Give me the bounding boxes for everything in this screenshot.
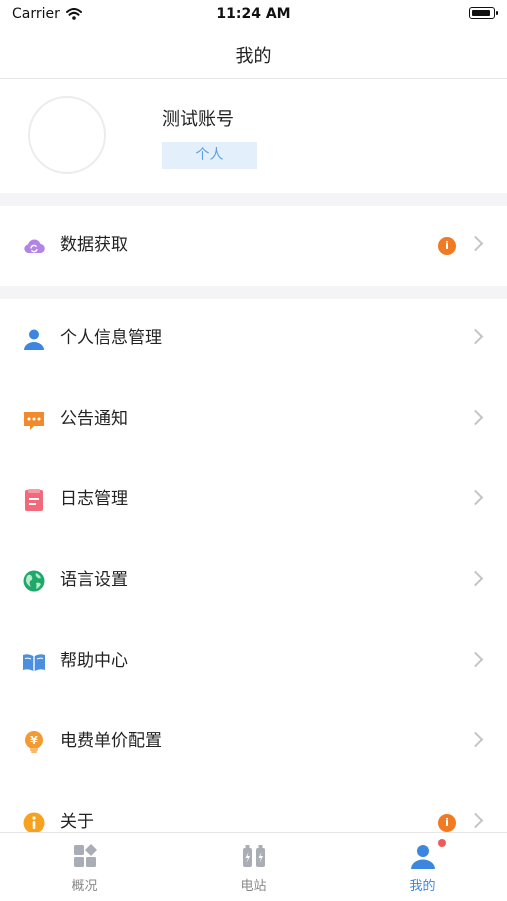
menu-item-help[interactable]: 帮助中心 — [0, 622, 507, 702]
menu-label: 电费单价配置 — [60, 731, 162, 751]
cloud-sync-icon — [24, 239, 45, 254]
tab-bar: 概况 电站 我的 — [0, 832, 507, 901]
battery-icon — [469, 7, 498, 19]
menu-item-announcement[interactable]: 公告通知 — [0, 380, 507, 460]
nav-bar: 我的 — [0, 28, 507, 79]
profile-header[interactable]: 测试账号 个人 — [0, 79, 507, 193]
page-title: 我的 — [235, 46, 272, 67]
notification-dot — [438, 839, 446, 847]
section-divider — [0, 193, 507, 206]
chevron-right-icon — [467, 731, 484, 748]
menu-label: 公告通知 — [60, 409, 128, 429]
menu-item-data-fetch[interactable]: 数据获取 i — [0, 206, 507, 286]
menu-item-personal-info[interactable]: 个人信息管理 — [0, 299, 507, 379]
globe-icon — [23, 570, 45, 592]
info-badge: i — [438, 237, 456, 255]
menu-label: 日志管理 — [60, 489, 128, 509]
menu-label: 语言设置 — [60, 570, 128, 590]
status-bar: Carrier 11:24 AM — [0, 0, 507, 28]
message-icon — [24, 412, 44, 430]
chevron-right-icon — [467, 812, 484, 829]
menu-item-log-management[interactable]: 日志管理 — [0, 460, 507, 540]
tab-overview[interactable]: 概况 — [0, 833, 169, 901]
account-type-tag: 个人 — [162, 142, 257, 169]
tab-station[interactable]: 电站 — [169, 833, 338, 901]
price-bulb-icon: ¥ — [25, 731, 43, 753]
station-icon — [243, 845, 265, 867]
account-name: 测试账号 — [162, 109, 234, 130]
chevron-right-icon — [467, 489, 484, 506]
tab-label: 电站 — [240, 879, 267, 894]
user-icon — [24, 329, 44, 350]
chevron-right-icon — [467, 570, 484, 587]
book-icon — [23, 654, 45, 671]
document-icon — [25, 489, 43, 511]
status-time: 11:24 AM — [216, 6, 291, 22]
dashboard-icon — [74, 844, 97, 867]
menu-item-language[interactable]: 语言设置 — [0, 541, 507, 621]
menu-item-electricity-price[interactable]: ¥ 电费单价配置 — [0, 702, 507, 782]
menu-label: 个人信息管理 — [60, 328, 162, 348]
menu-label: 关于 — [60, 812, 94, 832]
chevron-right-icon — [467, 651, 484, 668]
chevron-right-icon — [467, 235, 484, 252]
profile-icon — [411, 845, 435, 869]
section-divider — [0, 286, 507, 299]
svg-text:¥: ¥ — [30, 734, 38, 747]
tab-label: 我的 — [409, 879, 436, 894]
tab-profile[interactable]: 我的 — [338, 833, 507, 901]
avatar[interactable] — [28, 96, 106, 174]
info-badge: i — [438, 814, 456, 832]
menu-label: 帮助中心 — [60, 651, 128, 671]
tab-label: 概况 — [71, 879, 98, 894]
chevron-right-icon — [467, 328, 484, 345]
menu-label: 数据获取 — [60, 235, 128, 255]
chevron-right-icon — [467, 409, 484, 426]
